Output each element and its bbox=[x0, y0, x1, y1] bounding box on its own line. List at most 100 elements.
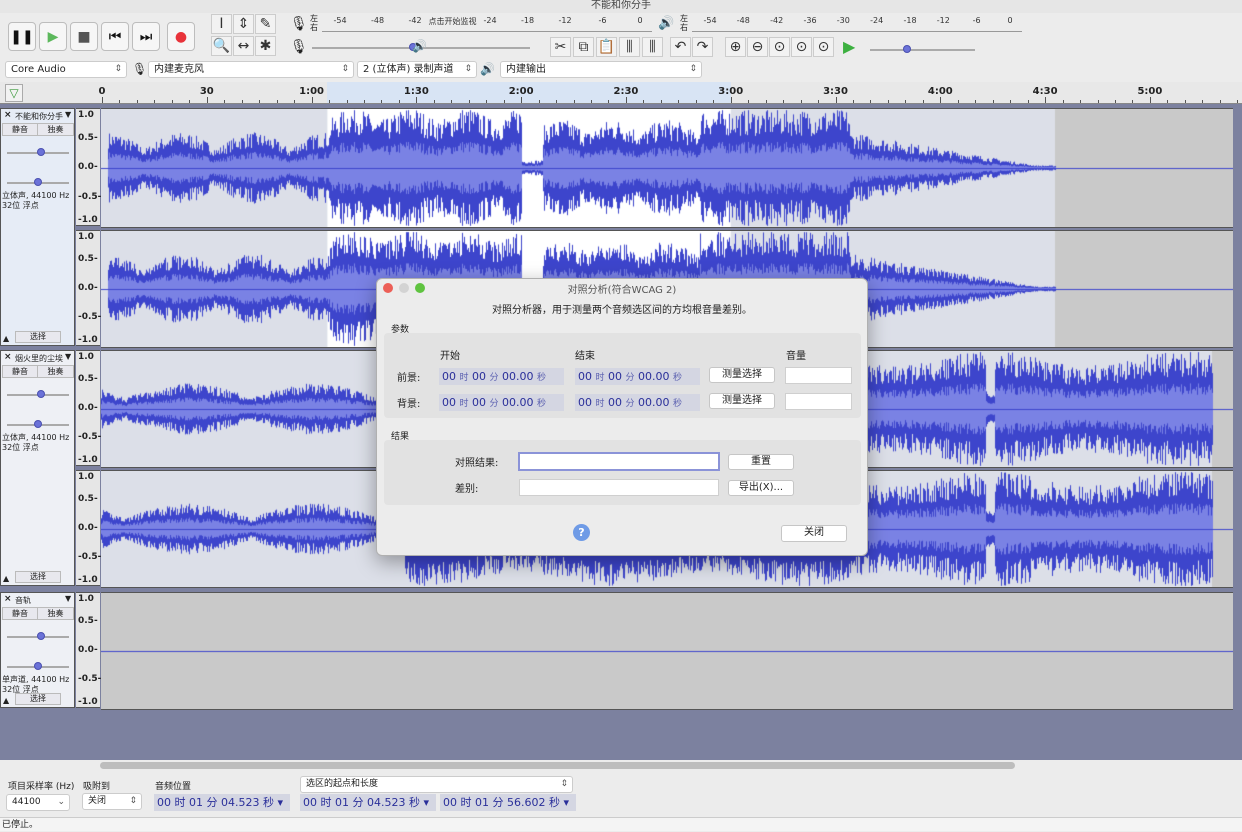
track-menu-dropdown-icon[interactable]: ▼ bbox=[65, 352, 71, 361]
mute-button[interactable]: 静音 bbox=[2, 365, 38, 378]
selection-length-field[interactable]: 00 时 01 分 56.602 秒 ▾ bbox=[440, 794, 576, 811]
pan-slider[interactable] bbox=[7, 662, 69, 670]
zoom-toggle-button[interactable]: ⊙ bbox=[813, 37, 834, 57]
contrast-result-field[interactable] bbox=[518, 452, 720, 471]
track-name-menu[interactable]: 烟火里的尘埃 bbox=[15, 353, 63, 364]
record-meter[interactable]: -54 -48 -42 点击开始监视 -24 -18 -12 -6 0 bbox=[322, 14, 652, 32]
track-close-button[interactable]: × bbox=[4, 110, 12, 120]
foreground-volume-field[interactable] bbox=[785, 367, 852, 384]
zoom-tool[interactable]: 🔍 bbox=[211, 36, 232, 56]
track-name-menu[interactable]: 不能和你分手 bbox=[15, 111, 63, 122]
slider-knob[interactable] bbox=[37, 148, 46, 156]
pause-button[interactable]: ❚❚ bbox=[8, 22, 36, 51]
audio-host-select[interactable]: Core Audio ⇕ bbox=[5, 61, 127, 78]
help-icon[interactable]: ? bbox=[573, 524, 590, 541]
selection-start-field[interactable]: 00 时 01 分 04.523 秒 ▾ bbox=[300, 794, 436, 811]
gain-slider[interactable] bbox=[7, 148, 69, 156]
play-meter[interactable]: -54 -48 -42 -36 -30 -24 -18 -12 -6 0 bbox=[692, 14, 1022, 32]
measure-background-button[interactable]: 测量选择 bbox=[709, 393, 775, 409]
zoom-out-button[interactable]: ⊖ bbox=[747, 37, 768, 57]
track-close-button[interactable]: × bbox=[4, 352, 12, 362]
amplitude-label: 0.0- bbox=[78, 283, 98, 293]
collapse-track-icon[interactable]: ▲ bbox=[3, 334, 9, 343]
collapse-track-icon[interactable]: ▲ bbox=[3, 696, 9, 705]
difference-field[interactable] bbox=[519, 479, 719, 496]
amplitude-label: 0.5- bbox=[78, 374, 98, 384]
slider-knob[interactable] bbox=[37, 390, 46, 398]
skip-start-button[interactable]: ⏮ bbox=[101, 22, 129, 51]
reset-button[interactable]: 重置 bbox=[728, 454, 794, 470]
slider-knob[interactable] bbox=[34, 178, 42, 186]
solo-button[interactable]: 独奏 bbox=[37, 365, 74, 378]
bg-start-time-field[interactable]: 00 时 00 分 00.00 秒 bbox=[439, 394, 564, 411]
snap-to-select[interactable]: 关闭 ⇕ bbox=[82, 793, 142, 810]
play-at-speed-button[interactable]: ▶ bbox=[843, 37, 855, 56]
draw-tool[interactable]: ✎ bbox=[255, 14, 276, 34]
collapse-track-icon[interactable]: ▲ bbox=[3, 574, 9, 583]
play-speed-slider[interactable] bbox=[870, 45, 975, 53]
ruler-tick bbox=[1237, 100, 1239, 103]
undo-button[interactable]: ↶ bbox=[670, 37, 691, 57]
envelope-tool[interactable]: ⇕ bbox=[233, 14, 254, 34]
close-button[interactable]: 关闭 bbox=[781, 525, 847, 542]
slider-knob[interactable] bbox=[902, 45, 911, 53]
input-device-select[interactable]: 内建麦克风 ⇕ bbox=[148, 61, 354, 78]
export-button[interactable]: 导出(X)... bbox=[728, 480, 794, 496]
track-format-info: 立体声, 44100 Hz bbox=[2, 433, 70, 442]
redo-button[interactable]: ↷ bbox=[692, 37, 713, 57]
vertical-amplitude-ruler: 1.0 0.5- 0.0- -0.5- -1.0 bbox=[76, 350, 101, 466]
contrast-result-label: 对照结果: bbox=[455, 458, 499, 469]
mute-button[interactable]: 静音 bbox=[2, 607, 38, 620]
timeline-ruler[interactable]: ▽ 0 30 1:00 1:30 2:00 2:30 3:00 3:30 4:00 4:30 5:0… bbox=[0, 82, 1242, 104]
ruler-tick bbox=[800, 100, 802, 103]
horizontal-scrollbar[interactable] bbox=[100, 762, 1015, 769]
slider-knob[interactable] bbox=[37, 632, 46, 640]
pan-slider[interactable] bbox=[7, 420, 69, 428]
track-name-menu[interactable]: 音轨 bbox=[15, 595, 31, 606]
track-close-button[interactable]: × bbox=[4, 594, 12, 604]
selection-tool[interactable]: I bbox=[211, 14, 232, 34]
fit-project-button[interactable]: ⊙ bbox=[791, 37, 812, 57]
bg-end-time-field[interactable]: 00 时 00 分 00.00 秒 bbox=[575, 394, 700, 411]
fit-selection-button[interactable]: ⊙ bbox=[769, 37, 790, 57]
play-button[interactable]: ▶ bbox=[39, 22, 67, 51]
fg-start-time-field[interactable]: 00 时 00 分 00.00 秒 bbox=[439, 368, 564, 385]
slider-knob[interactable] bbox=[34, 662, 42, 670]
solo-button[interactable]: 独奏 bbox=[37, 123, 74, 136]
timeline-options-icon[interactable]: ▽ bbox=[5, 84, 23, 102]
slider-knob[interactable] bbox=[34, 420, 42, 428]
stop-button[interactable]: ■ bbox=[70, 22, 98, 51]
waveform-channel[interactable] bbox=[101, 108, 1233, 228]
track-select-button[interactable]: 选择 bbox=[15, 693, 61, 705]
audio-position-field[interactable]: 00 时 01 分 04.523 秒 ▾ bbox=[154, 794, 290, 811]
channels-select[interactable]: 2 (立体声) 录制声道 ⇕ bbox=[357, 61, 477, 78]
meter-tick-label: 0 bbox=[1007, 16, 1013, 25]
silence-button[interactable]: ⫼ bbox=[642, 37, 663, 57]
mute-button[interactable]: 静音 bbox=[2, 123, 38, 136]
track-menu-dropdown-icon[interactable]: ▼ bbox=[65, 594, 71, 603]
multi-tool[interactable]: ✱ bbox=[255, 36, 276, 56]
solo-button[interactable]: 独奏 bbox=[37, 607, 74, 620]
gain-slider[interactable] bbox=[7, 632, 69, 640]
gain-slider[interactable] bbox=[7, 390, 69, 398]
trim-button[interactable]: ⫼ bbox=[619, 37, 640, 57]
cut-button[interactable]: ✂ bbox=[550, 37, 571, 57]
track-select-button[interactable]: 选择 bbox=[15, 331, 61, 343]
track-select-button[interactable]: 选择 bbox=[15, 571, 61, 583]
copy-button[interactable]: ⧉ bbox=[573, 37, 594, 57]
selection-mode-select[interactable]: 选区的起点和长度 ⇕ bbox=[300, 776, 573, 793]
paste-button[interactable]: 📋 bbox=[596, 37, 617, 57]
measure-foreground-button[interactable]: 测量选择 bbox=[709, 367, 775, 383]
ruler-tick bbox=[643, 100, 645, 103]
output-device-select[interactable]: 内建输出 ⇕ bbox=[500, 61, 702, 78]
waveform-channel[interactable] bbox=[101, 592, 1233, 710]
track-menu-dropdown-icon[interactable]: ▼ bbox=[65, 110, 71, 119]
fg-end-time-field[interactable]: 00 时 00 分 00.00 秒 bbox=[575, 368, 700, 385]
skip-end-button[interactable]: ⏭ bbox=[132, 22, 160, 51]
pan-slider[interactable] bbox=[7, 178, 69, 186]
record-button[interactable]: ● bbox=[167, 22, 195, 51]
zoom-in-button[interactable]: ⊕ bbox=[725, 37, 746, 57]
project-rate-select[interactable]: 44100 ⌄ bbox=[6, 794, 70, 811]
time-shift-tool[interactable]: ↔ bbox=[233, 36, 254, 56]
background-volume-field[interactable] bbox=[785, 393, 852, 410]
